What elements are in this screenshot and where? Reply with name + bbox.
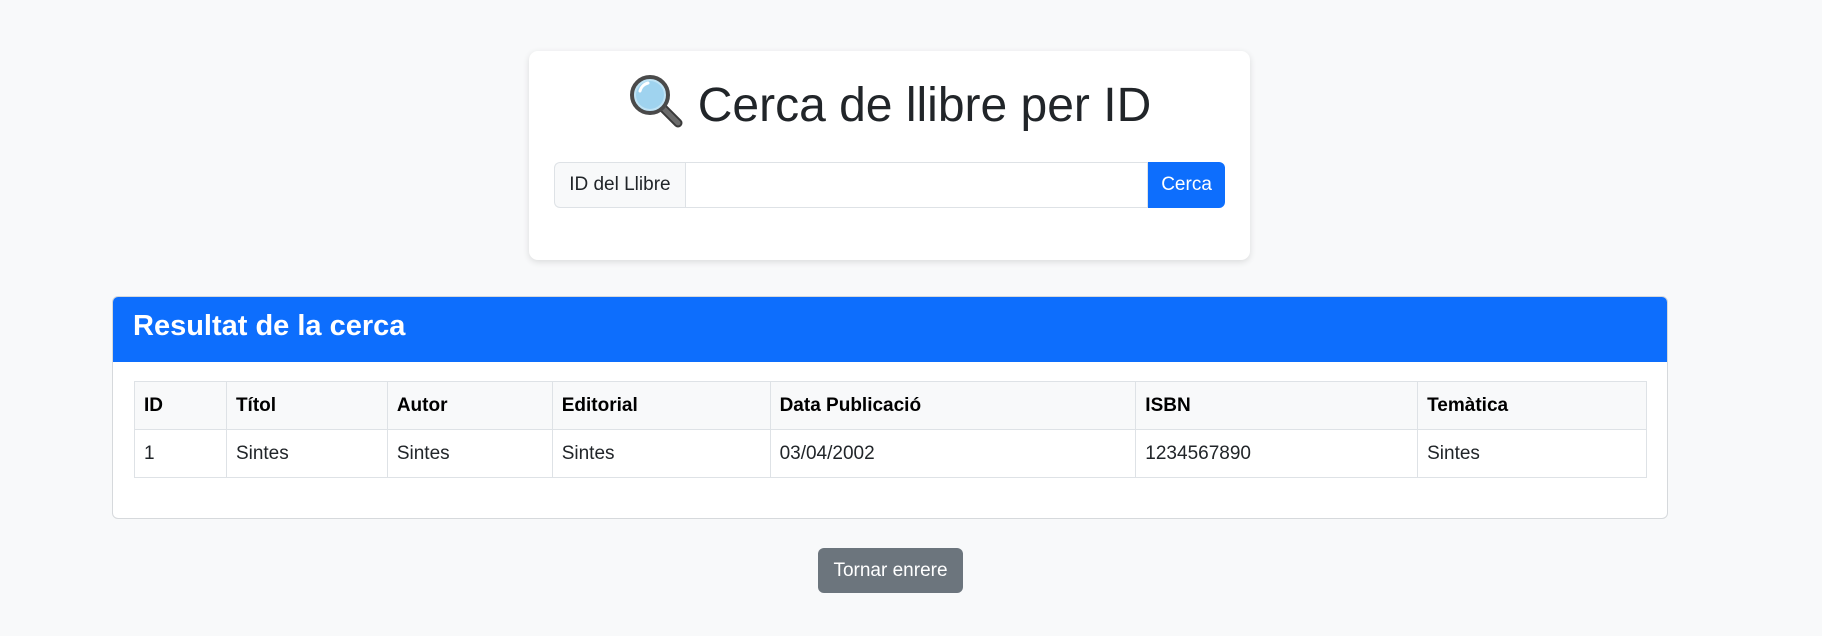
cell-topic: Sintes xyxy=(1417,429,1647,478)
table-header-row: ID Títol Autor Editorial Data Publicació… xyxy=(134,381,1647,430)
result-header: Resultat de la cerca xyxy=(113,297,1667,362)
search-button[interactable]: Cerca xyxy=(1148,162,1225,208)
id-input-label: ID del Llibre xyxy=(554,162,685,208)
column-header-topic: Temàtica xyxy=(1417,381,1647,430)
cell-id: 1 xyxy=(134,429,227,478)
table-row: 1 Sintes Sintes Sintes 03/04/2002 123456… xyxy=(134,429,1647,478)
page-title: Cerca de llibre per ID xyxy=(529,71,1250,141)
book-id-input[interactable] xyxy=(684,162,1149,208)
cell-author: Sintes xyxy=(386,429,553,478)
column-header-title: Títol xyxy=(225,381,388,430)
cell-publisher: Sintes xyxy=(551,429,771,478)
column-header-publication-date: Data Publicació xyxy=(769,381,1137,430)
search-card: Cerca de llibre per ID ID del Llibre Cer… xyxy=(529,51,1250,260)
search-input-group: ID del Llibre Cerca xyxy=(554,162,1225,208)
result-table: ID Títol Autor Editorial Data Publicació… xyxy=(134,381,1647,478)
cell-title: Sintes xyxy=(225,429,388,478)
magnifying-glass-icon xyxy=(629,75,683,128)
column-header-publisher: Editorial xyxy=(551,381,771,430)
cell-isbn: 1234567890 xyxy=(1135,429,1419,478)
column-header-id: ID xyxy=(134,381,227,430)
back-button[interactable]: Tornar enrere xyxy=(818,548,963,593)
column-header-isbn: ISBN xyxy=(1135,381,1419,430)
column-header-author: Autor xyxy=(386,381,553,430)
page-title-text: Cerca de llibre per ID xyxy=(697,79,1152,132)
result-card: Resultat de la cerca ID Títol Autor Edit… xyxy=(112,296,1668,519)
cell-publication-date: 03/04/2002 xyxy=(769,429,1137,478)
